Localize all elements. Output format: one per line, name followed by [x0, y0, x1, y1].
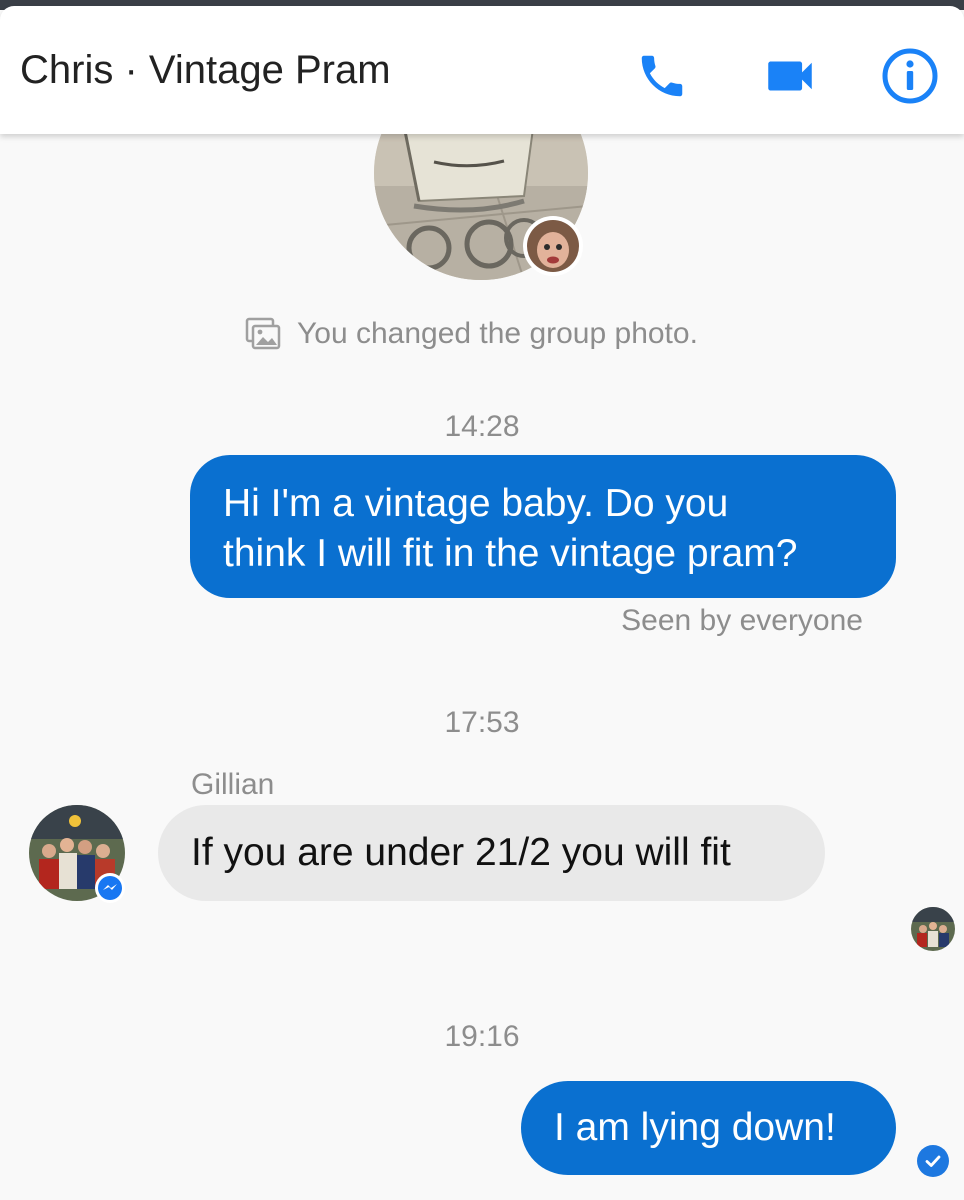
system-message-text: You changed the group photo. [297, 317, 698, 350]
conversation-title[interactable]: Chris · Vintage Pram [20, 48, 391, 93]
timestamp: 19:16 [444, 1020, 520, 1053]
message-text: I am lying down! [554, 1106, 836, 1149]
outgoing-message-bubble[interactable]: I am lying down! [521, 1081, 896, 1175]
outgoing-message-bubble[interactable]: Hi I'm a vintage baby. Do you think I wi… [190, 455, 896, 598]
message-text: If you are under 21/2 you will fit [191, 831, 731, 874]
read-receipt-icon [911, 907, 955, 951]
video-camera-icon [768, 61, 812, 91]
messenger-badge [95, 873, 125, 903]
check-circle-icon [917, 1145, 949, 1177]
incoming-message-bubble[interactable]: If you are under 21/2 you will fit [158, 805, 825, 901]
info-icon [882, 48, 938, 104]
timestamp: 17:53 [444, 706, 520, 739]
image-icon [245, 317, 281, 351]
messenger-icon [98, 876, 122, 900]
phone-icon [641, 55, 683, 97]
profile-face-icon [527, 220, 579, 272]
info-button[interactable] [878, 44, 942, 108]
changed-by-avatar [523, 216, 583, 276]
message-line: Hi I'm a vintage baby. Do you [223, 482, 729, 525]
conversation-header: Chris · Vintage Pram [0, 6, 964, 134]
sender-name: Gillian [191, 768, 275, 801]
read-receipt-avatar [911, 907, 955, 951]
call-button[interactable] [630, 44, 694, 108]
message-line: think I will fit in the vintage pram? [223, 532, 798, 575]
seen-status: Seen by everyone [621, 604, 863, 637]
timestamp: 14:28 [444, 410, 520, 443]
system-message: You changed the group photo. [245, 314, 698, 354]
video-call-button[interactable] [758, 44, 822, 108]
